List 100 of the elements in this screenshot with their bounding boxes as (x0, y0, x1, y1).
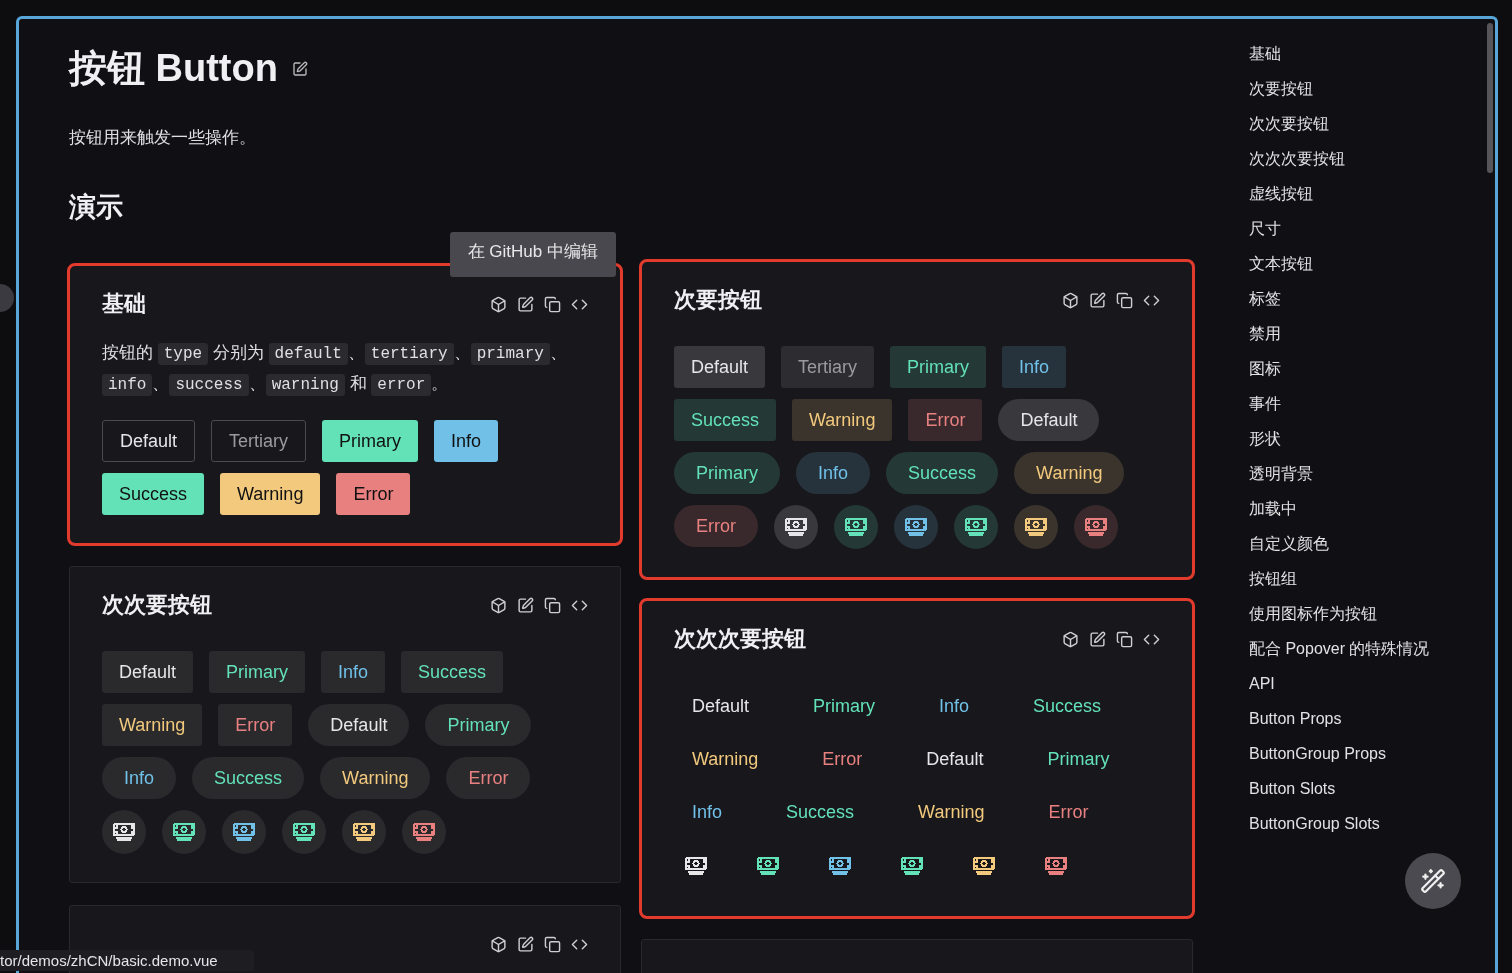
demo-button[interactable]: Tertiary (211, 420, 307, 462)
nav-link[interactable]: 尺寸 (1249, 218, 1430, 240)
icon-button[interactable] (102, 810, 146, 854)
edit-icon[interactable] (517, 935, 534, 953)
demo-button[interactable]: Warning (900, 791, 1003, 833)
icon-button[interactable] (282, 810, 326, 854)
demo-button[interactable]: Primary (425, 704, 532, 746)
cube-icon[interactable] (1062, 291, 1079, 309)
page-description: 按钮用来触发一些操作。 (69, 127, 257, 149)
cube-icon[interactable] (490, 295, 507, 313)
nav-link[interactable]: 透明背景 (1249, 463, 1430, 485)
nav-link[interactable]: 虚线按钮 (1249, 183, 1430, 205)
icon-button[interactable] (402, 810, 446, 854)
nav-link[interactable]: API (1249, 673, 1430, 695)
demo-button[interactable]: Success (886, 452, 999, 494)
nav-link[interactable]: 标签 (1249, 288, 1430, 310)
copy-icon[interactable] (544, 596, 561, 614)
demo-button[interactable]: Error (1030, 791, 1107, 833)
icon-button[interactable] (342, 810, 386, 854)
icon-button[interactable] (774, 505, 818, 549)
demo-button[interactable]: Error (674, 505, 758, 547)
demo-button[interactable]: Primary (890, 346, 987, 388)
edit-icon[interactable] (517, 295, 534, 313)
icon-button[interactable] (894, 505, 938, 549)
demo-button[interactable]: Info (434, 420, 499, 462)
nav-link[interactable]: 次次要按钮 (1249, 113, 1430, 135)
nav-link[interactable]: 自定义颜色 (1249, 533, 1430, 555)
nav-link[interactable]: 加载中 (1249, 498, 1430, 520)
demo-button[interactable]: Success (401, 651, 504, 693)
demo-button[interactable]: Info (921, 685, 988, 727)
demo-button[interactable]: Success (768, 791, 873, 833)
cube-icon[interactable] (1062, 630, 1079, 648)
nav-link[interactable]: Button Props (1249, 708, 1430, 730)
demo-button[interactable]: Warning (1014, 452, 1125, 494)
nav-link[interactable]: 形状 (1249, 428, 1430, 450)
icon-button[interactable] (954, 505, 998, 549)
demo-button[interactable]: Warning (220, 473, 321, 515)
nav-link[interactable]: 配合 Popover 的特殊情况 (1249, 638, 1430, 660)
demo-button[interactable]: Error (336, 473, 411, 515)
nav-link[interactable]: 基础 (1249, 43, 1430, 65)
edit-icon[interactable] (517, 596, 534, 614)
cube-icon[interactable] (490, 596, 507, 614)
demo-button[interactable]: Default (674, 685, 768, 727)
icon-button[interactable] (1014, 505, 1058, 549)
demo-button[interactable]: Success (674, 399, 777, 441)
demo-button[interactable]: Primary (209, 651, 306, 693)
section-heading: 演示 (69, 191, 124, 224)
demo-button[interactable]: Info (1002, 346, 1067, 388)
nav-link[interactable]: 文本按钮 (1249, 253, 1430, 275)
demo-button[interactable]: Info (321, 651, 386, 693)
demo-button[interactable]: Default (998, 399, 1100, 441)
demo-button[interactable]: Warning (674, 738, 777, 780)
nav-link[interactable]: 按钮组 (1249, 568, 1430, 590)
edit-icon[interactable] (1089, 291, 1106, 309)
demo-button[interactable]: Default (308, 704, 410, 746)
copy-icon[interactable] (544, 935, 561, 953)
nav-link[interactable]: 次次次要按钮 (1249, 148, 1430, 170)
demo-button[interactable]: Primary (322, 420, 419, 462)
magic-wand-button[interactable] (1405, 853, 1461, 909)
copy-icon[interactable] (1116, 291, 1133, 309)
nav-link[interactable]: ButtonGroup Slots (1249, 813, 1430, 835)
demo-button[interactable]: Info (674, 791, 741, 833)
demo-button[interactable]: Primary (1029, 738, 1128, 780)
demo-button[interactable]: Success (1015, 685, 1120, 727)
demo-button[interactable]: Warning (102, 704, 203, 746)
demo-button[interactable]: Default (102, 651, 194, 693)
demo-button[interactable]: Info (796, 452, 871, 494)
nav-link[interactable]: 次要按钮 (1249, 78, 1430, 100)
icon-button[interactable] (834, 505, 878, 549)
icon-button[interactable] (162, 810, 206, 854)
nav-link[interactable]: ButtonGroup Props (1249, 743, 1430, 765)
nav-link[interactable]: 事件 (1249, 393, 1430, 415)
demo-button[interactable]: Primary (674, 452, 780, 494)
copy-icon[interactable] (544, 295, 561, 313)
demo-button[interactable]: Success (102, 473, 205, 515)
copy-icon[interactable] (1116, 630, 1133, 648)
demo-button[interactable]: Error (446, 757, 531, 799)
demo-button[interactable]: Primary (795, 685, 894, 727)
nav-link[interactable]: 使用图标作为按钮 (1249, 603, 1430, 625)
nav-link[interactable]: 禁用 (1249, 323, 1430, 345)
icon-button[interactable] (222, 810, 266, 854)
demo-button[interactable]: Error (218, 704, 293, 746)
demo-button[interactable]: Default (674, 346, 766, 388)
demo-button[interactable]: Default (102, 420, 196, 462)
demo-button[interactable]: Default (908, 738, 1002, 780)
demo-button[interactable]: Warning (320, 757, 431, 799)
scrollbar-thumb[interactable] (1487, 23, 1493, 173)
cube-icon[interactable] (490, 935, 507, 953)
demo-button[interactable]: Tertiary (781, 346, 875, 388)
demo-button[interactable]: Error (804, 738, 881, 780)
demo-button[interactable]: Success (192, 757, 305, 799)
nav-link[interactable]: Button Slots (1249, 778, 1430, 800)
nav-link[interactable]: 图标 (1249, 358, 1430, 380)
card-title: 次次次要按钮 (674, 625, 806, 653)
demo-button[interactable]: Error (908, 399, 983, 441)
edit-icon[interactable] (1089, 630, 1106, 648)
demo-button[interactable]: Warning (792, 399, 893, 441)
edit-icon[interactable] (291, 60, 308, 77)
icon-button[interactable] (1074, 505, 1118, 549)
demo-button[interactable]: Info (102, 757, 177, 799)
